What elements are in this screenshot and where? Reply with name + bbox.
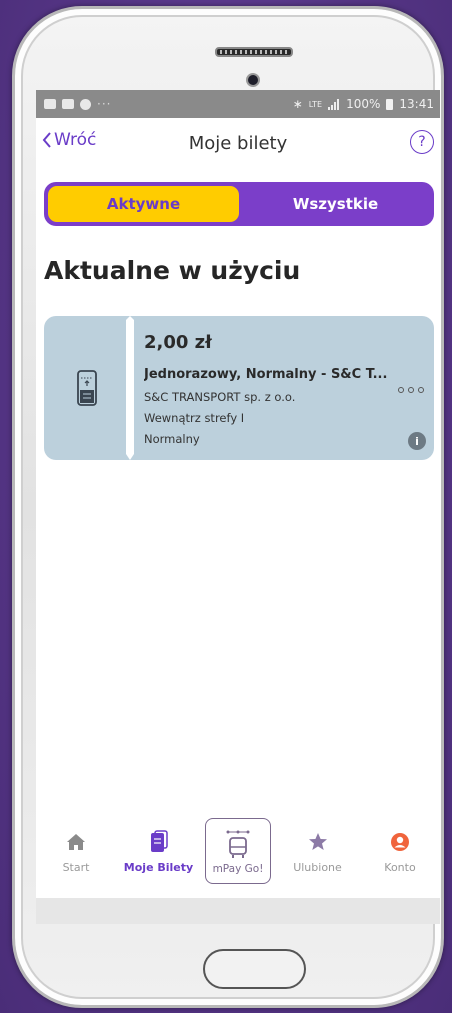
nav-moje-bilety-label: Moje Bilety xyxy=(123,861,194,874)
signal-icon xyxy=(328,98,340,110)
info-icon: i xyxy=(415,434,419,448)
clock: 13:41 xyxy=(399,97,434,111)
help-button[interactable]: ? xyxy=(410,130,434,154)
nav-start[interactable]: Start xyxy=(40,814,112,882)
home-button[interactable] xyxy=(203,949,306,989)
nav-ulubione-label: Ulubione xyxy=(293,861,342,874)
system-nav-strip xyxy=(36,898,440,924)
ticket-card[interactable]: 2,00 zł Jednorazowy, Normalny - S&C T...… xyxy=(44,316,434,460)
section-title: Aktualne w użyciu xyxy=(44,256,301,285)
cloud-icon xyxy=(80,98,91,110)
ticket-filter-segmented: Aktywne Wszystkie xyxy=(44,182,434,226)
more-dot xyxy=(418,387,424,393)
info-button[interactable]: i xyxy=(408,432,426,450)
status-bar: ··· ∗ LTE 100% 13:41 xyxy=(36,90,440,118)
ticket-details: 2,00 zł Jednorazowy, Normalny - S&C T...… xyxy=(144,332,404,453)
more-options-button[interactable] xyxy=(398,386,424,394)
home-icon xyxy=(67,834,85,850)
back-label: Wróć xyxy=(54,130,97,150)
gallery-icon xyxy=(44,99,56,109)
bus-icon xyxy=(226,830,250,858)
page-title: Moje bilety xyxy=(188,132,288,154)
ticket-perforation xyxy=(126,316,134,460)
nav-konto[interactable]: Konto xyxy=(364,814,436,882)
more-notifications-icon: ··· xyxy=(97,97,112,111)
tickets-icon xyxy=(150,830,168,852)
front-camera xyxy=(246,73,260,87)
chevron-left-icon xyxy=(42,132,51,148)
nav-moje-bilety[interactable]: Moje Bilety xyxy=(123,814,195,882)
tab-all[interactable]: Wszystkie xyxy=(240,185,431,223)
speaker-grille xyxy=(215,47,293,57)
top-bar: Wróć Moje bilety ? xyxy=(36,118,440,168)
battery-icon xyxy=(386,98,394,110)
tab-active[interactable]: Aktywne xyxy=(47,185,240,223)
ticket-name: Jednorazowy, Normalny - S&C T... xyxy=(144,367,388,382)
nav-konto-label: Konto xyxy=(384,861,416,874)
nav-mpay-go[interactable]: mPay Go! xyxy=(205,818,271,884)
ticket-stub xyxy=(44,316,130,460)
nav-ulubione[interactable]: Ulubione xyxy=(282,814,354,882)
app-screen: ··· ∗ LTE 100% 13:41 Wróć Moje bilety ? … xyxy=(36,90,440,924)
more-dot xyxy=(408,387,414,393)
ticket-icon xyxy=(77,370,97,406)
bottom-navigation: Start Moje Bilety mPay Go! Ulubione Kont… xyxy=(36,814,440,884)
network-type: LTE xyxy=(308,99,323,109)
message-icon xyxy=(62,99,74,109)
bluetooth-icon: ∗ xyxy=(292,97,303,111)
account-icon xyxy=(391,833,409,851)
ticket-zone: Wewnątrz strefy I xyxy=(144,411,245,425)
ticket-price: 2,00 zł xyxy=(144,332,212,353)
ticket-type: Normalny xyxy=(144,432,200,446)
help-icon: ? xyxy=(418,134,426,150)
ticket-operator: S&C TRANSPORT sp. z o.o. xyxy=(144,390,296,404)
nav-start-label: Start xyxy=(62,861,90,874)
nav-mpay-go-label: mPay Go! xyxy=(212,863,264,875)
battery-percent: 100% xyxy=(346,97,381,111)
back-button[interactable]: Wróć xyxy=(42,130,96,150)
more-dot xyxy=(398,387,404,393)
star-icon xyxy=(308,833,327,850)
